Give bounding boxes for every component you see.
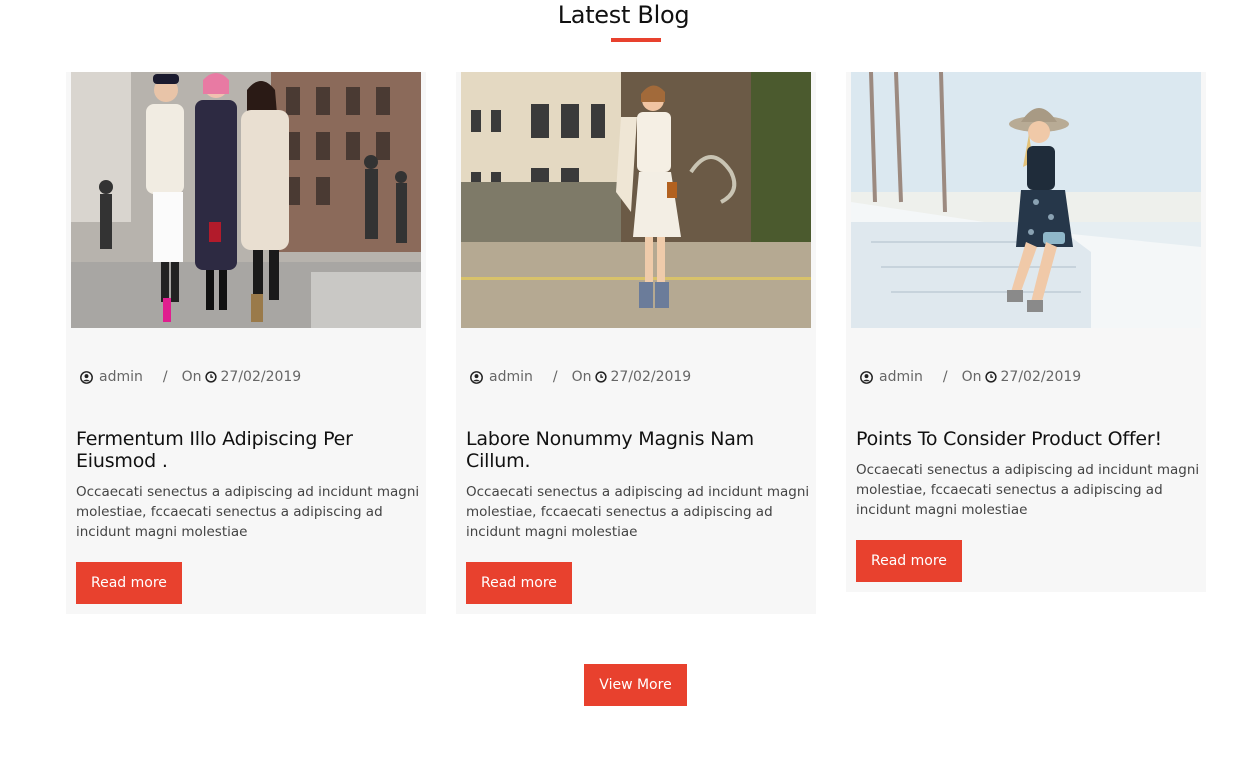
blog-card: admin / On 27/02/2019 Labore Nonummy Mag… (456, 72, 816, 614)
blog-image-beach-hat[interactable] (851, 72, 1201, 328)
meta-separator: / (942, 369, 948, 385)
post-meta: admin / On 27/02/2019 (860, 369, 1081, 385)
user-circle-icon (470, 370, 483, 384)
blog-image-street-walk[interactable] (461, 72, 811, 328)
read-more-button[interactable]: Read more (466, 562, 572, 604)
post-date: 27/02/2019 (1000, 369, 1082, 385)
post-author[interactable]: admin (879, 369, 923, 385)
post-title[interactable]: Fermentum Illo Adipiscing Per Eiusmod . (76, 428, 416, 472)
post-author[interactable]: admin (489, 369, 533, 385)
post-title[interactable]: Labore Nonummy Magnis Nam Cillum. (466, 428, 806, 472)
clock-icon (984, 371, 997, 383)
post-meta: admin / On 27/02/2019 (470, 369, 691, 385)
clock-icon (594, 371, 607, 383)
post-title[interactable]: Points To Consider Product Offer! (856, 428, 1196, 450)
clock-icon (204, 371, 217, 383)
post-date-prefix: On (961, 369, 982, 385)
post-date-prefix: On (181, 369, 202, 385)
post-date: 27/02/2019 (610, 369, 692, 385)
section-title: Latest Blog (557, 1, 690, 29)
post-date: 27/02/2019 (220, 369, 302, 385)
post-date-prefix: On (571, 369, 592, 385)
read-more-button[interactable]: Read more (856, 540, 962, 582)
post-author[interactable]: admin (99, 369, 143, 385)
meta-separator: / (162, 369, 168, 385)
view-more-button[interactable]: View More (584, 664, 687, 706)
post-meta: admin / On 27/02/2019 (80, 369, 301, 385)
blog-card: admin / On 27/02/2019 Points To Consider… (846, 72, 1206, 592)
post-excerpt: Occaecati senectus a adipiscing ad incid… (856, 462, 1200, 518)
meta-separator: / (552, 369, 558, 385)
blog-card: admin / On 27/02/2019 Fermentum Illo Adi… (66, 72, 426, 614)
post-excerpt: Occaecati senectus a adipiscing ad incid… (76, 484, 420, 540)
title-underline (611, 38, 661, 42)
user-circle-icon (80, 370, 93, 384)
post-excerpt: Occaecati senectus a adipiscing ad incid… (466, 484, 810, 540)
user-circle-icon (860, 370, 873, 384)
read-more-button[interactable]: Read more (76, 562, 182, 604)
blog-image-street-group[interactable] (71, 72, 421, 328)
